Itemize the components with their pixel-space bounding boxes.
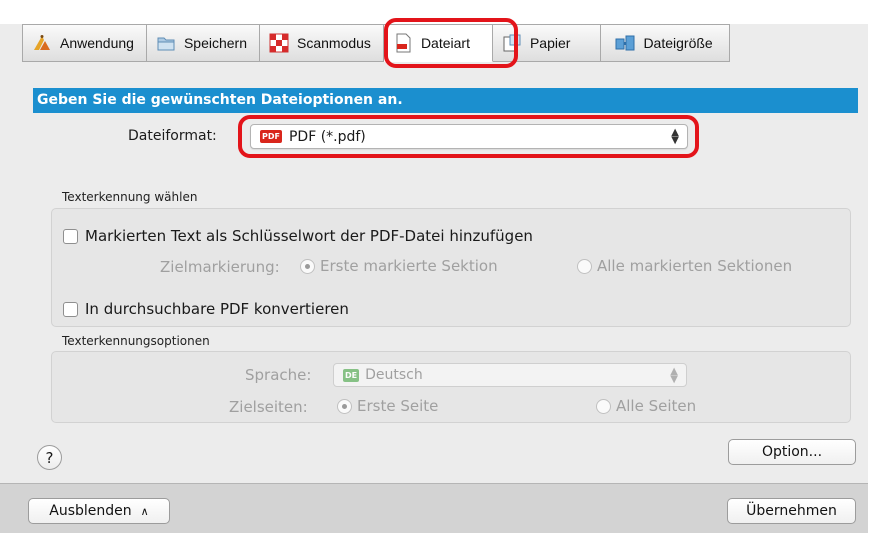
ocr-options-group — [51, 351, 851, 423]
folder-icon — [156, 33, 176, 53]
file-format-value: PDF (*.pdf) — [288, 128, 366, 145]
hide-button[interactable]: Ausblenden ∧ — [28, 498, 170, 524]
hide-button-label: Ausblenden — [49, 503, 132, 519]
tab-bar-top — [0, 0, 870, 24]
tab-label: Dateiart — [420, 35, 470, 51]
tab-strip: Anwendung Speichern Scanmodus Dateiart P… — [22, 24, 730, 62]
chevron-up-icon: ∧ — [140, 504, 149, 518]
tab-label: Speichern — [183, 35, 247, 51]
scan-mode-icon — [269, 33, 289, 53]
target-marking-label: Zielmarkierung: — [160, 258, 280, 276]
radio-dot[interactable] — [300, 258, 315, 274]
file-size-icon — [615, 33, 635, 53]
tab-label: Anwendung — [60, 35, 134, 51]
searchable-pdf-checkbox[interactable]: In durchsuchbare PDF konvertieren — [63, 300, 349, 318]
paper-icon — [502, 33, 522, 53]
apply-button[interactable]: Übernehmen — [727, 498, 856, 524]
tab-label: Papier — [529, 35, 571, 51]
file-type-icon — [393, 33, 413, 53]
tab-scanmodus[interactable]: Scanmodus — [260, 24, 384, 62]
tab-label: Scanmodus — [297, 35, 371, 51]
option-button[interactable]: Option... — [728, 439, 856, 465]
application-icon — [32, 33, 52, 53]
radio-label: Alle Seiten — [616, 397, 697, 415]
file-format-select[interactable]: PDF PDF (*.pdf) ▲ ▼ — [250, 124, 688, 149]
file-format-row: Dateiformat: — [128, 128, 217, 144]
searchable-pdf-checkbox-label: In durchsuchbare PDF konvertieren — [85, 300, 349, 318]
radio-all-pages[interactable]: Alle Seiten — [596, 397, 696, 415]
checkbox-box[interactable] — [63, 301, 78, 317]
tab-label: Dateigröße — [643, 35, 713, 51]
radio-label: Erste Seite — [357, 397, 439, 415]
ocr-options-title: Texterkennungsoptionen — [62, 334, 210, 348]
language-value: Deutsch — [365, 367, 423, 383]
target-pages-label: Zielseiten: — [229, 398, 308, 416]
tab-speichern[interactable]: Speichern — [146, 24, 260, 62]
tab-bar: Anwendung Speichern Scanmodus Dateiart P… — [0, 0, 870, 68]
language-flag-icon: DE — [343, 368, 360, 382]
text-recognition-title: Texterkennung wählen — [62, 190, 198, 204]
keyword-checkbox-label: Markierten Text als Schlüsselwort der PD… — [85, 227, 533, 245]
file-format-label: Dateiformat: — [128, 128, 217, 144]
keyword-checkbox[interactable]: Markierten Text als Schlüsselwort der PD… — [63, 227, 533, 245]
checkbox-box[interactable] — [63, 228, 78, 244]
chevron-updown-icon: ▲ ▼ — [670, 366, 678, 385]
language-label: Sprache: — [245, 366, 312, 384]
radio-dot[interactable] — [577, 258, 592, 274]
instruction-banner: Geben Sie die gewünschten Dateioptionen … — [33, 88, 858, 113]
chevron-updown-icon: ▲ ▼ — [671, 127, 679, 146]
radio-first-page[interactable]: Erste Seite — [337, 397, 438, 415]
radio-first-marked-section[interactable]: Erste markierte Sektion — [300, 257, 498, 275]
radio-label: Alle markierten Sektionen — [597, 257, 793, 275]
help-button[interactable]: ? — [37, 445, 62, 470]
radio-dot[interactable] — [596, 398, 611, 414]
preferences-window: Anwendung Speichern Scanmodus Dateiart P… — [0, 0, 870, 533]
bottom-bar: Ausblenden ∧ Übernehmen — [0, 483, 870, 533]
tab-dateiart[interactable]: Dateiart — [383, 24, 493, 62]
pdf-icon: PDF — [260, 130, 282, 143]
radio-all-marked-sections[interactable]: Alle markierten Sektionen — [577, 257, 792, 275]
radio-label: Erste markierte Sektion — [320, 257, 498, 275]
tab-papier[interactable]: Papier — [492, 24, 602, 62]
options-panel: Geben Sie die gewünschten Dateioptionen … — [0, 68, 870, 483]
radio-dot[interactable] — [337, 398, 352, 414]
tab-anwendung[interactable]: Anwendung — [22, 24, 147, 62]
tab-dateigroesse[interactable]: Dateigröße — [601, 24, 730, 62]
language-select[interactable]: DE Deutsch ▲ ▼ — [333, 363, 687, 387]
